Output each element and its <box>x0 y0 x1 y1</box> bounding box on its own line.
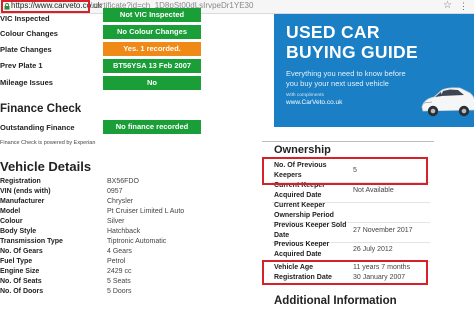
check-label-vic: VIC Inspected <box>0 14 50 23</box>
ownership-label: Previous Keeper <box>274 241 330 248</box>
vehicle-value: 5 Seats <box>107 278 131 285</box>
bookmark-star-icon[interactable]: ☆ <box>443 0 452 11</box>
vehicle-label: Registration <box>0 178 41 185</box>
vehicle-label: Model <box>0 208 21 215</box>
vehicle-value: 4 Gears <box>107 248 132 255</box>
buying-guide-ad[interactable]: USED CAR BUYING GUIDE Everything you nee… <box>274 14 474 127</box>
finance-note: Finance Check is powered by Experian <box>0 140 96 146</box>
check-badge-vic: Not VIC Inspected <box>103 8 201 22</box>
vehicle-value: Hatchback <box>107 228 141 235</box>
vehicle-label: Manufacturer <box>0 198 45 205</box>
vehicle-label: Colour <box>0 218 23 225</box>
section-divider <box>262 141 434 142</box>
ownership-value: Not Available <box>353 187 394 194</box>
check-label-colour: Colour Changes <box>0 29 58 38</box>
check-label-mileage: Mileage Issues <box>0 78 53 87</box>
check-badge-mileage: No <box>103 76 201 90</box>
vehicle-label: Transmission Type <box>0 238 63 245</box>
vehicle-value: 0957 <box>107 188 123 195</box>
keepers-highlight-box <box>262 157 428 185</box>
ownership-value: 27 November 2017 <box>353 227 413 234</box>
ownership-label: Acquired Date <box>274 192 322 199</box>
ownership-label: Acquired Date <box>274 251 322 258</box>
ad-title-line1: USED CAR <box>286 22 380 42</box>
ownership-label: Ownership Period <box>274 212 334 219</box>
check-badge-plate: Yes. 1 recorded. <box>103 42 201 56</box>
age-highlight-box <box>262 260 428 285</box>
vehicle-value: Tiptronic Automatic <box>107 238 167 245</box>
vehicle-value: 2429 cc <box>107 268 132 275</box>
ownership-label: Date <box>274 232 290 239</box>
ad-title-line2: BUYING GUIDE <box>286 42 418 62</box>
check-badge-colour: No Colour Changes <box>103 25 201 39</box>
vehicle-value: Silver <box>107 218 125 225</box>
vehicle-label: Fuel Type <box>0 258 33 265</box>
vehicle-label: Body Style <box>0 228 37 235</box>
vehicle-value: BX56FDO <box>107 178 139 185</box>
vehicle-label: Engine Size <box>0 268 40 275</box>
menu-icon[interactable]: ⋮ <box>459 1 468 12</box>
vehicle-value: Petrol <box>107 258 126 265</box>
check-label-plate: Plate Changes <box>0 45 52 54</box>
additional-title: Additional Information <box>274 295 397 307</box>
url-highlight-box <box>1 0 90 13</box>
check-label-prev-plate: Prev Plate 1 <box>0 61 43 70</box>
ad-url: www.CarVeto.co.uk <box>286 99 343 106</box>
vehicle-value: 5 Doors <box>107 288 132 295</box>
vehicle-label: VIN (ends with) <box>0 188 51 195</box>
ad-compliments: With compliments <box>286 93 324 98</box>
finance-title: Finance Check <box>0 103 82 115</box>
ad-sub-line1: Everything you need to know before <box>286 69 406 78</box>
ad-sub-line2: you buy your next used vehicle <box>286 79 389 88</box>
vehicle-title: Vehicle Details <box>0 159 92 174</box>
ownership-title: Ownership <box>274 144 331 156</box>
check-badge-prev-plate: BT56YSA 13 Feb 2007 <box>103 59 201 73</box>
vehicle-label: No. Of Gears <box>0 248 43 255</box>
car-image <box>421 87 474 117</box>
finance-badge: No finance recorded <box>103 120 201 134</box>
ownership-value: 26 July 2012 <box>353 246 393 253</box>
vehicle-value: Chrysler <box>107 198 134 205</box>
ownership-label: Current Keeper <box>274 202 325 209</box>
vehicle-label: No. Of Doors <box>0 288 44 295</box>
vehicle-value: Pt Cruiser Limited L Auto <box>107 208 185 215</box>
vehicle-label: No. Of Seats <box>0 278 42 285</box>
finance-label: Outstanding Finance <box>0 123 75 132</box>
ownership-label: Previous Keeper Sold <box>274 222 347 229</box>
